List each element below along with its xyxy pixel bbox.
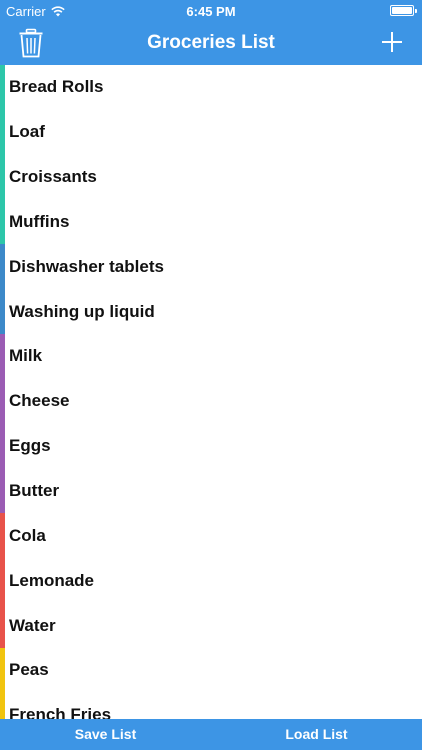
category-stripe [0,109,5,155]
item-label: Milk [9,346,43,366]
list-item[interactable]: Cola [0,513,422,559]
list-item[interactable]: Bread Rolls [0,65,422,110]
list-item[interactable]: Peas [0,647,422,693]
category-stripe [0,647,5,693]
list-item[interactable]: Water [0,603,422,648]
item-label: Lemonade [9,570,95,590]
item-label: Croissants [9,167,97,187]
item-label: Dishwasher tablets [9,256,164,276]
list-item[interactable]: Eggs [0,423,422,469]
page-title: Groceries List [147,32,275,53]
category-stripe [0,334,5,379]
category-stripe [0,154,5,200]
item-label: Muffins [9,211,70,231]
save-list-button[interactable]: Save List [0,719,211,750]
status-bar: Carrier 6:45 PM [0,0,422,22]
category-stripe [0,558,5,604]
list-item[interactable]: French Fries [0,692,422,719]
category-stripe [0,603,5,648]
item-label: Peas [9,660,49,680]
navigation-bar: Groceries List [0,22,422,65]
list-item[interactable]: Loaf [0,109,422,155]
item-label: Butter [9,481,60,501]
item-label: Cheese [9,391,70,411]
category-stripe [0,378,5,424]
list-item[interactable]: Dishwasher tablets [0,244,422,290]
list-item[interactable]: Muffins [0,199,422,245]
list-item[interactable]: Cheese [0,378,422,424]
battery-level [392,7,412,14]
category-stripe [0,199,5,245]
item-label: Bread Rolls [9,77,104,97]
list-item[interactable]: Butter [0,468,422,514]
battery-icon [390,5,417,16]
item-label: Loaf [9,122,45,142]
category-stripe [0,289,5,335]
list-item[interactable]: Milk [0,334,422,379]
list-item[interactable]: Washing up liquid [0,289,422,335]
add-item-button[interactable] [380,30,404,54]
list-item[interactable]: Lemonade [0,558,422,604]
category-stripe [0,468,5,514]
status-time: 6:45 PM [186,4,236,19]
item-label: Water [9,615,56,635]
category-stripe [0,513,5,559]
grocery-list: Bread Rolls Loaf Croissants Muffins Dish… [0,65,422,719]
category-stripe [0,423,5,469]
category-stripe [0,65,5,110]
list-item[interactable]: Croissants [0,154,422,200]
item-label: Eggs [9,436,51,456]
bottom-toolbar: Save List Load List [0,719,422,750]
item-label: French Fries [9,705,112,719]
item-label: Washing up liquid [9,301,155,321]
load-list-button[interactable]: Load List [211,719,422,750]
category-stripe [0,244,5,290]
plus-icon [382,32,402,52]
item-label: Cola [9,525,46,545]
category-stripe [0,692,5,719]
